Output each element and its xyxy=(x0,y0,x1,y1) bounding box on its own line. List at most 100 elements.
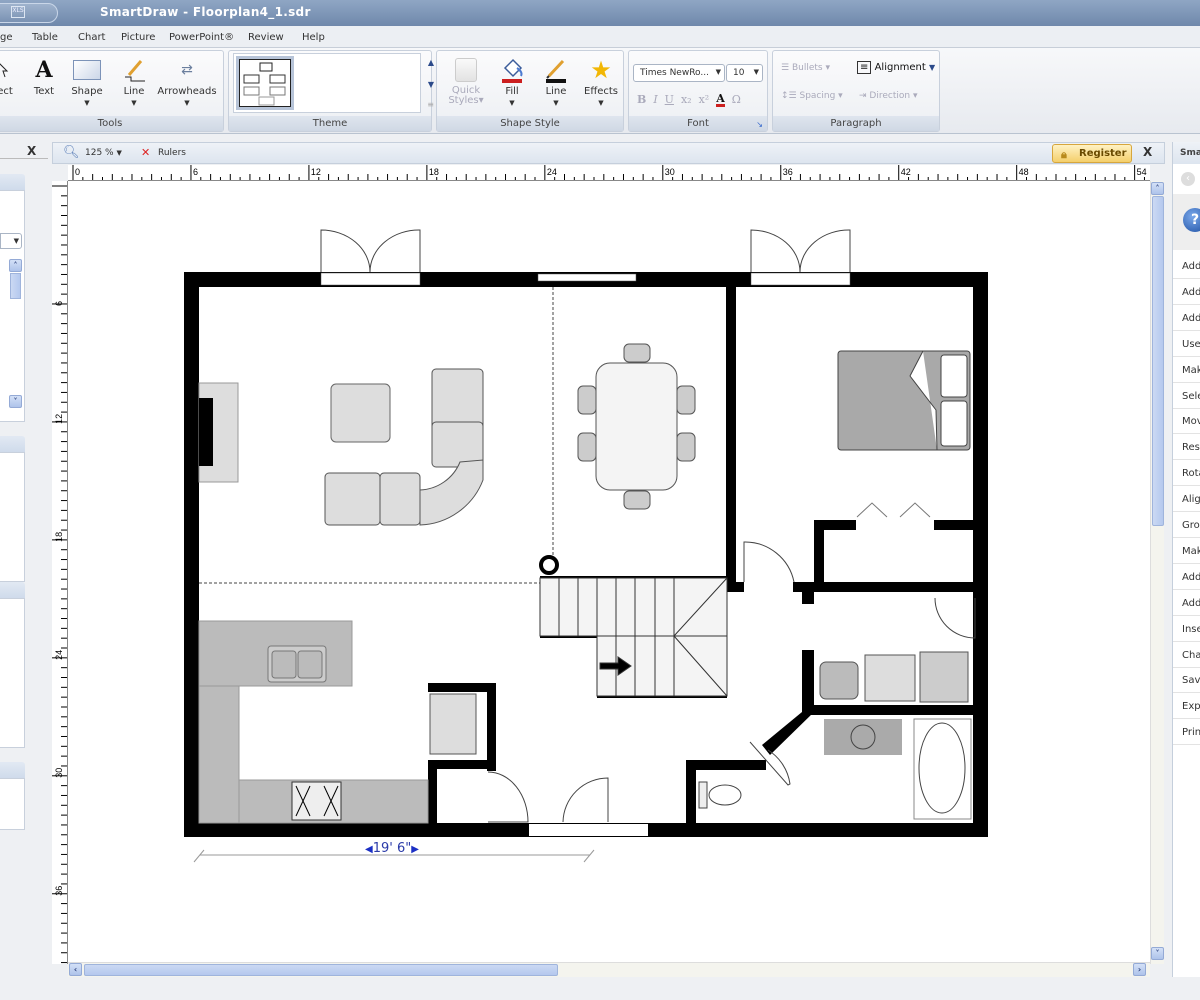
horizontal-scrollbar[interactable]: ‹ › xyxy=(68,962,1150,977)
toilet[interactable] xyxy=(698,781,742,809)
help-icon[interactable]: ? xyxy=(1183,208,1200,232)
vertical-scrollbar[interactable]: ˄ ˅ xyxy=(1150,181,1164,964)
quick-styles-button[interactable]: Quick Styles▾ xyxy=(445,57,487,106)
dimension-label[interactable]: ◀19' 6"▶ xyxy=(365,841,419,856)
menu-picture[interactable]: Picture xyxy=(121,32,155,43)
right-pane-item[interactable]: Move xyxy=(1173,408,1200,435)
bed[interactable] xyxy=(837,350,971,451)
canvas-close-button[interactable]: X xyxy=(1143,145,1152,159)
zoom-select[interactable]: 125 % ▼ xyxy=(85,148,122,158)
menu-help[interactable]: Help xyxy=(302,32,325,43)
spacing-button[interactable]: ↕☰ Spacing ▾ xyxy=(781,91,843,101)
chevron-down-icon[interactable]: ▼ xyxy=(157,99,217,107)
right-pane-item[interactable]: Export xyxy=(1173,693,1200,720)
bold-button[interactable]: B xyxy=(637,93,646,107)
shape-tool[interactable]: Shape ▼ xyxy=(69,57,105,107)
left-pane-section-header[interactable] xyxy=(0,762,25,778)
right-pane-item[interactable]: Add xyxy=(1173,590,1200,616)
left-pane-section-header[interactable] xyxy=(0,174,25,190)
menu-page[interactable]: ge xyxy=(0,32,13,43)
dining-table[interactable] xyxy=(577,343,696,510)
direction-button[interactable]: ⇥ Direction ▾ xyxy=(859,91,917,101)
theme-gallery[interactable]: ▲ ▼ ≡ xyxy=(233,53,434,113)
left-pane-dropdown[interactable]: ▼ xyxy=(0,233,22,249)
right-pane-item[interactable]: Print xyxy=(1173,719,1200,746)
right-pane-item[interactable]: Save xyxy=(1173,667,1200,694)
bathroom-vanity[interactable] xyxy=(824,719,902,755)
right-pane-item[interactable]: Resize xyxy=(1173,434,1200,461)
menu-powerpoint[interactable]: PowerPoint® xyxy=(169,32,234,43)
entry-door-opening[interactable] xyxy=(529,824,648,836)
double-door-opening[interactable] xyxy=(750,272,851,286)
scroll-down-icon[interactable]: ˅ xyxy=(9,395,22,408)
arrowheads-tool[interactable]: ⇄ Arrowheads ▼ xyxy=(157,57,217,107)
menu-chart[interactable]: Chart xyxy=(78,32,105,43)
chevron-down-icon[interactable]: ▼ xyxy=(497,99,527,107)
scroll-right-icon[interactable]: › xyxy=(1133,963,1146,976)
kitchen-sink[interactable] xyxy=(267,645,327,683)
subscript-button[interactable]: x₂ xyxy=(681,93,692,107)
select-tool[interactable]: ect xyxy=(0,57,15,97)
underline-button[interactable]: U xyxy=(665,93,674,107)
scroll-up-icon[interactable]: ˄ xyxy=(9,259,22,272)
window[interactable] xyxy=(537,273,637,282)
stove[interactable] xyxy=(291,781,342,821)
double-door-opening[interactable] xyxy=(320,272,421,286)
line-style-button[interactable]: Line ▼ xyxy=(541,57,571,107)
drawing-canvas[interactable] xyxy=(68,181,1150,964)
gallery-more-icon[interactable]: ≡ xyxy=(427,100,434,109)
symbol-button[interactable]: Ω xyxy=(732,93,741,107)
effects-button[interactable]: ★ Effects ▼ xyxy=(581,56,621,107)
chevron-down-icon[interactable]: ▼ xyxy=(541,99,571,107)
scroll-up-icon[interactable]: ˄ xyxy=(1151,182,1164,195)
chevron-down-icon[interactable]: ▼ xyxy=(581,99,621,107)
right-pane-item[interactable]: Make xyxy=(1173,357,1200,383)
left-pane-close-button[interactable]: X xyxy=(27,144,36,158)
menu-review[interactable]: Review xyxy=(248,32,284,43)
fireplace[interactable] xyxy=(198,382,239,483)
superscript-button[interactable]: x² xyxy=(699,93,710,107)
quick-access-toolbar[interactable]: XLS xyxy=(0,3,58,23)
italic-button[interactable]: I xyxy=(653,93,657,107)
right-pane-item[interactable]: Make xyxy=(1173,538,1200,564)
right-pane-item[interactable]: Add xyxy=(1173,253,1200,279)
xls-icon[interactable]: XLS xyxy=(11,6,25,18)
column[interactable] xyxy=(539,555,559,575)
right-pane-item[interactable]: Select xyxy=(1173,383,1200,409)
refrigerator[interactable] xyxy=(429,693,477,755)
bullets-button[interactable]: ☰ Bullets ▾ xyxy=(781,63,830,73)
right-pane-item[interactable]: Change xyxy=(1173,642,1200,668)
left-pane-scroll-thumb[interactable] xyxy=(10,273,21,299)
horizontal-scroll-thumb[interactable] xyxy=(84,964,558,976)
right-pane-item[interactable]: Align xyxy=(1173,486,1200,513)
right-pane-item[interactable]: Insert xyxy=(1173,616,1200,642)
right-pane-item[interactable]: Rotate xyxy=(1173,460,1200,487)
alignment-button[interactable]: ≡ Alignment ▼ xyxy=(857,61,935,74)
left-pane-section-header[interactable] xyxy=(0,436,25,452)
scroll-down-icon[interactable]: ˅ xyxy=(1151,947,1164,960)
font-dialog-launcher-icon[interactable]: ↘ xyxy=(756,120,763,129)
rulers-toggle[interactable]: Rulers xyxy=(158,148,186,158)
floorplan[interactable] xyxy=(68,181,1150,964)
register-button[interactable]: 🔒︎ Register xyxy=(1052,144,1132,163)
font-size-select[interactable]: 10 ▼ xyxy=(726,64,763,82)
right-pane-item[interactable]: Add xyxy=(1173,279,1200,305)
bifold-closet-doors[interactable] xyxy=(856,502,931,518)
gallery-up-icon[interactable]: ▲ xyxy=(428,58,434,67)
menu-table[interactable]: Table xyxy=(32,32,58,43)
text-tool[interactable]: A Text xyxy=(29,57,59,97)
chevron-down-icon[interactable]: ▼ xyxy=(69,99,105,107)
laundry-appliances[interactable] xyxy=(819,651,969,703)
gallery-down-icon[interactable]: ▼ xyxy=(428,80,434,89)
fill-button[interactable]: Fill ▼ xyxy=(497,57,527,107)
line-tool[interactable]: Line ▼ xyxy=(119,57,149,107)
right-pane-item[interactable]: Add xyxy=(1173,305,1200,331)
ottoman[interactable] xyxy=(330,383,391,443)
vertical-scroll-thumb[interactable] xyxy=(1152,196,1164,526)
font-color-button[interactable]: A xyxy=(716,93,725,107)
chevron-down-icon[interactable]: ▼ xyxy=(119,99,149,107)
right-pane-item[interactable]: Add xyxy=(1173,564,1200,590)
right-pane-item[interactable]: Group xyxy=(1173,512,1200,538)
theme-thumbnail-selected[interactable] xyxy=(236,56,294,110)
right-pane-item[interactable]: Use xyxy=(1173,331,1200,357)
